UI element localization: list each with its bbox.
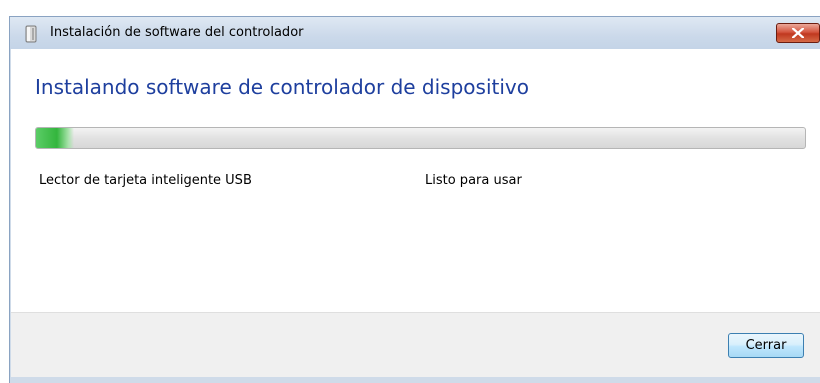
main-instruction-heading: Instalando software de controlador de di…	[35, 75, 529, 99]
device-name-label: Lector de tarjeta inteligente USB	[39, 173, 252, 188]
close-button[interactable]: Cerrar	[728, 333, 804, 358]
installer-dialog-window: Instalación de software del controlador …	[9, 16, 820, 383]
driver-installer-icon	[24, 25, 38, 43]
dialog-footer: Cerrar	[11, 312, 820, 377]
close-x-icon	[792, 28, 804, 38]
install-progress-bar	[35, 127, 806, 149]
progress-fill	[36, 128, 75, 148]
device-status-label: Listo para usar	[425, 173, 522, 188]
title-bar[interactable]: Instalación de software del controlador	[10, 17, 820, 49]
window-title: Instalación de software del controlador	[50, 25, 304, 40]
dialog-content: Instalando software de controlador de di…	[11, 49, 820, 377]
window-close-button[interactable]	[776, 23, 820, 43]
